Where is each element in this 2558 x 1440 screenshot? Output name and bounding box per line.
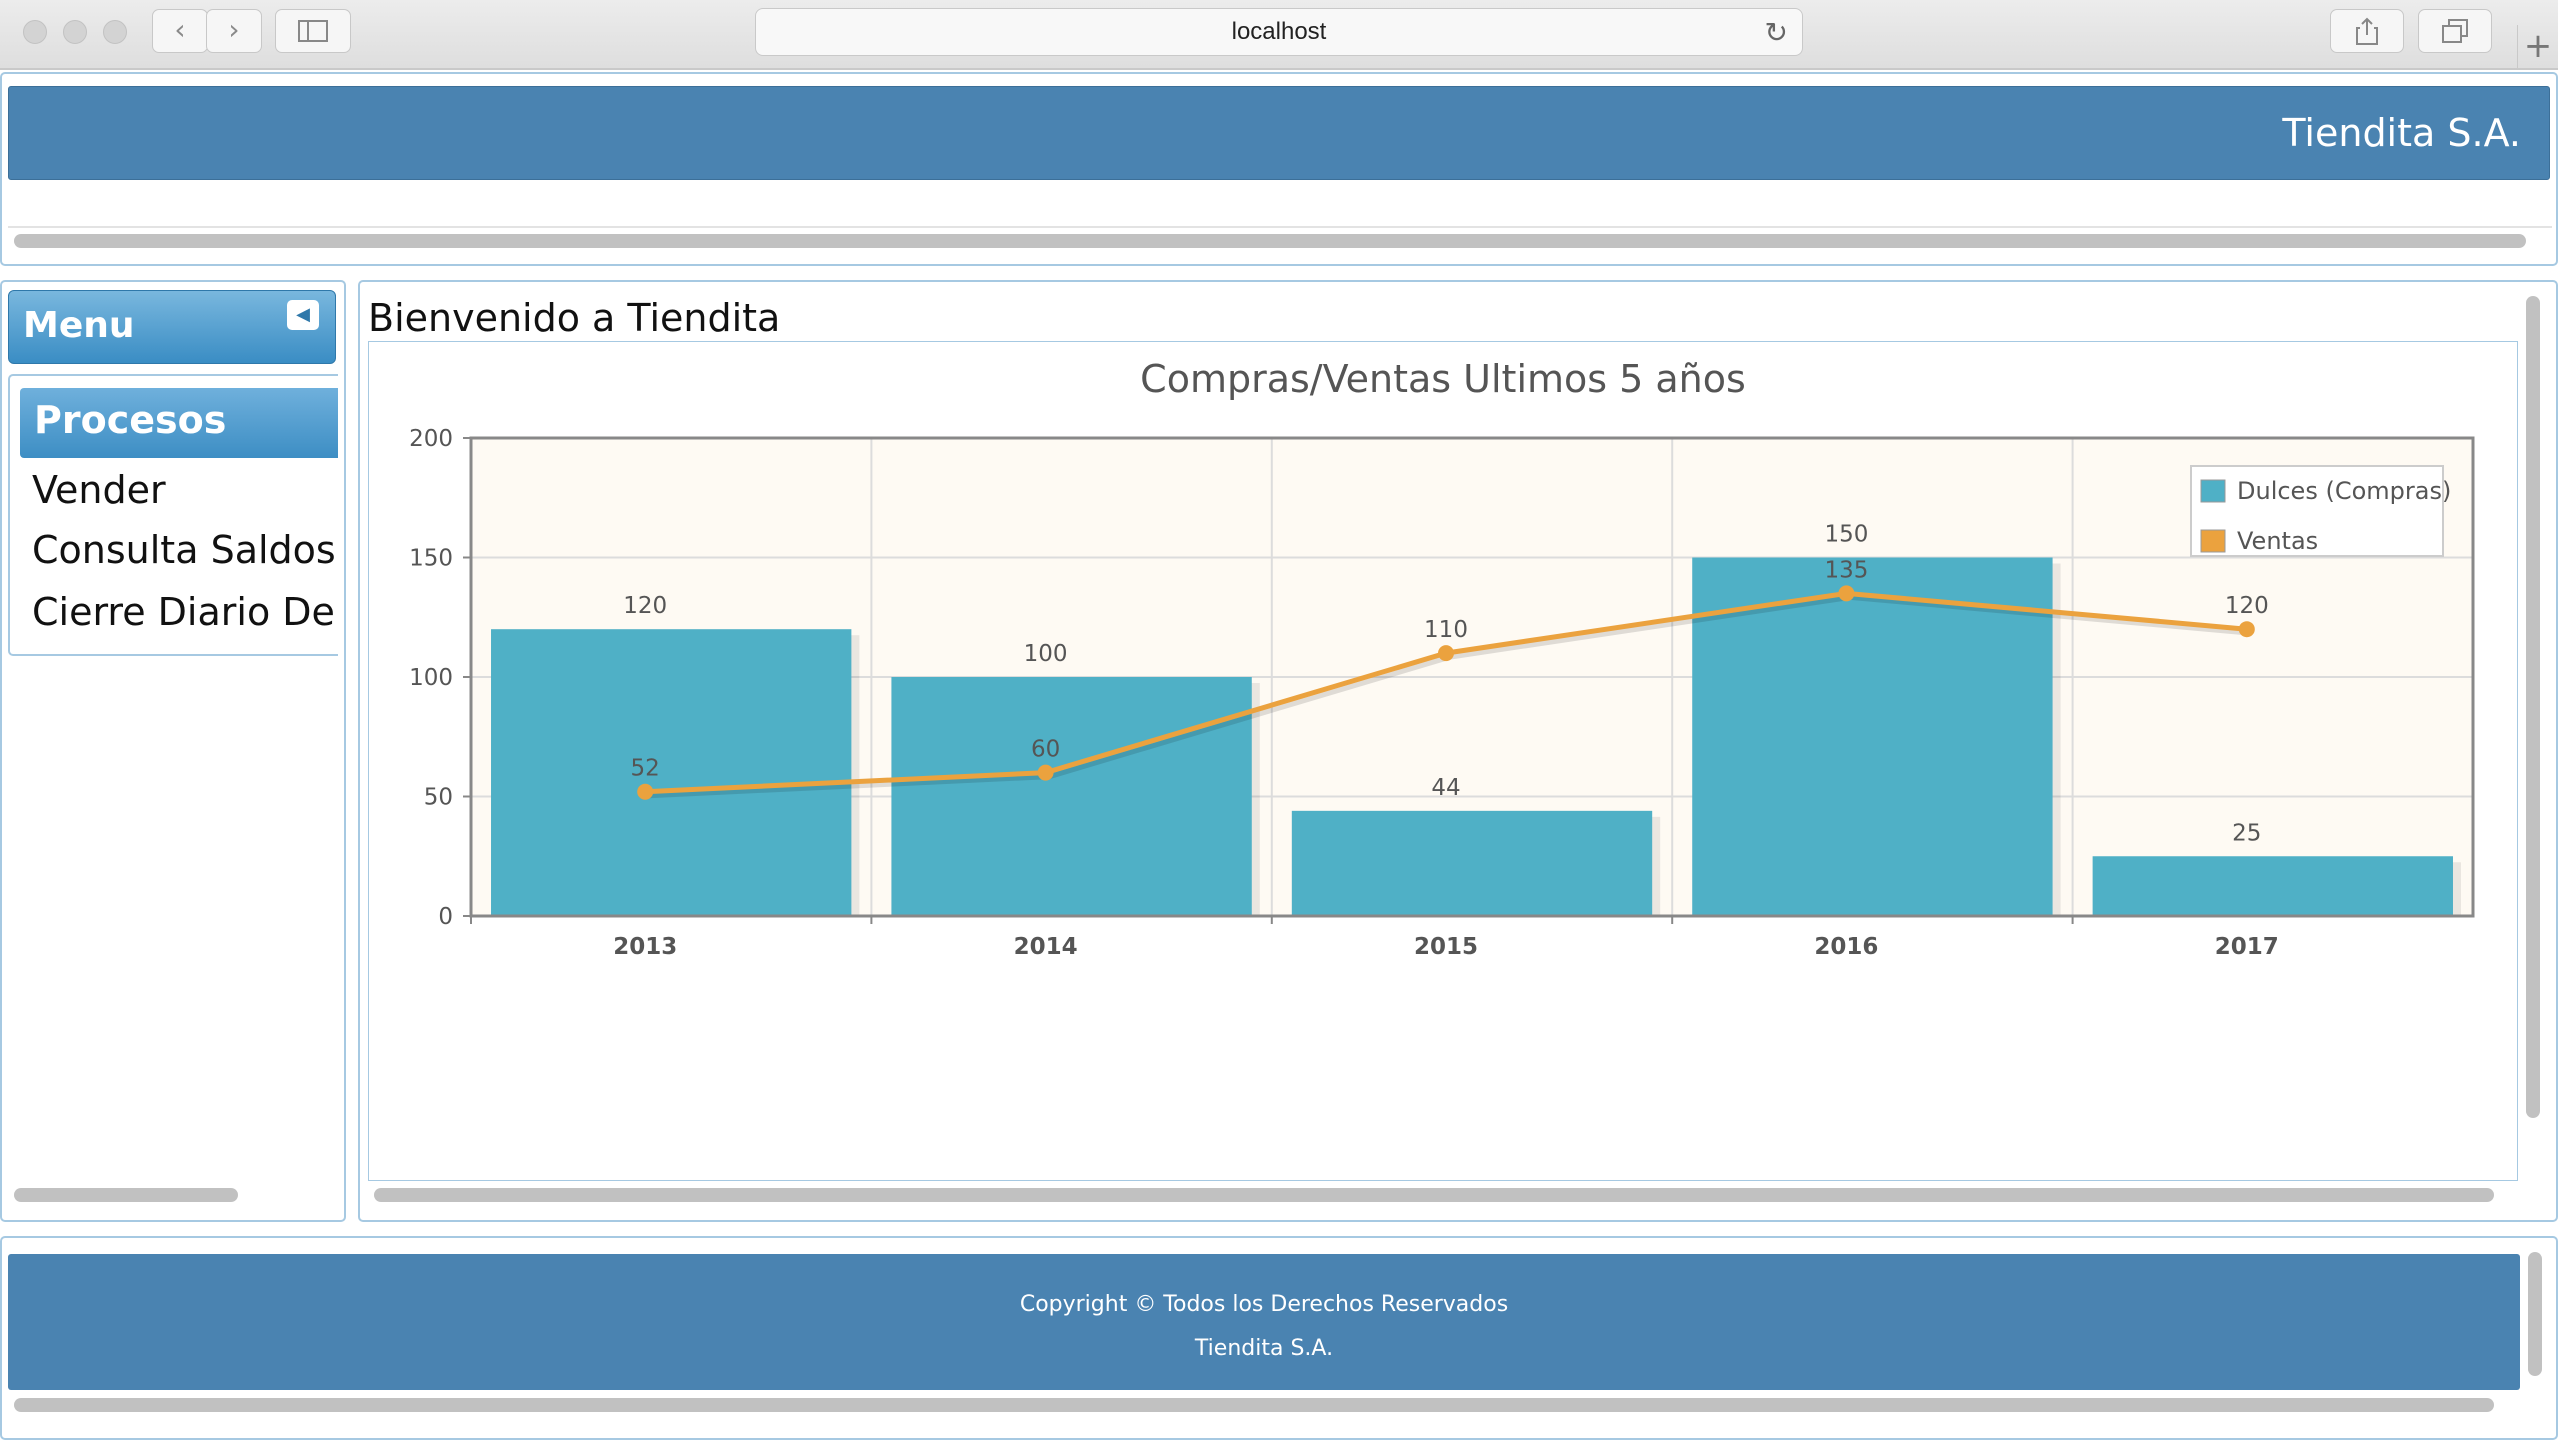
legend-swatch [2200, 479, 2226, 503]
close-window-icon[interactable] [23, 20, 47, 44]
sidebar-toggle-button[interactable] [275, 9, 351, 53]
bar-value-label: 100 [1024, 641, 1068, 667]
chart-title: Compras/Ventas Ultimos 5 años [1140, 357, 1746, 401]
line-point [1438, 645, 1454, 662]
reload-icon[interactable]: ↻ [1765, 11, 1788, 55]
page-title: Bienvenido a Tiendita [368, 296, 781, 340]
plus-icon: + [2523, 26, 2553, 66]
bar-value-label: 25 [2232, 820, 2261, 846]
line-point [637, 783, 654, 800]
footer-vertical-scrollbar[interactable] [2528, 1252, 2542, 1376]
minimize-window-icon[interactable] [63, 20, 87, 44]
brand-title: Tiendita S.A. [2282, 111, 2521, 155]
line-point [1838, 585, 1855, 602]
menu-item-cierre-diario[interactable]: Cierre Diario De C [32, 590, 337, 634]
tabs-icon [2442, 19, 2468, 43]
line-value-label: 60 [1031, 737, 1060, 763]
y-tick-label: 200 [409, 426, 453, 452]
footer-banner: Copyright © Todos los Derechos Reservado… [8, 1254, 2520, 1390]
header-divider [8, 226, 2552, 228]
line-point [1037, 764, 1054, 781]
accordion-header-procesos[interactable]: Procesos [20, 388, 338, 458]
share-icon [2356, 17, 2378, 45]
bar [491, 629, 852, 916]
sales-chart: Compras/Ventas Ultimos 5 años 0 50 100 150 20… [409, 357, 2475, 960]
menu-item-vender[interactable]: Vender [32, 468, 166, 512]
line-value-label: 110 [1424, 617, 1468, 643]
new-tab-button[interactable]: + [2517, 25, 2558, 68]
back-button[interactable]: ‹ [152, 9, 208, 53]
legend-swatch [2200, 529, 2226, 553]
footer-copyright: Copyright © Todos los Derechos Reservado… [1019, 1292, 1509, 1317]
content-vertical-scrollbar[interactable] [2526, 296, 2540, 1118]
y-tick-label: 0 [438, 904, 453, 930]
triangle-left-icon: ◀ [296, 304, 310, 325]
legend-label: Ventas [2237, 527, 2318, 555]
x-tick-label: 2013 [613, 934, 677, 960]
zoom-window-icon[interactable] [103, 20, 127, 44]
chart-container: Compras/Ventas Ultimos 5 años 0 50 100 150 20… [368, 341, 2518, 1181]
sidebar-icon [298, 20, 328, 42]
bar-value-label: 44 [1431, 775, 1460, 801]
line-value-label: 52 [631, 756, 660, 782]
menu-item-consulta-saldos[interactable]: Consulta Saldos [32, 528, 336, 572]
chevron-left-icon: ‹ [174, 13, 186, 46]
header-horizontal-scrollbar[interactable] [14, 234, 2526, 248]
x-tick-label: 2015 [1414, 934, 1478, 960]
menu-header: Menu ◀ [8, 290, 336, 364]
content-horizontal-scrollbar[interactable] [374, 1188, 2494, 1202]
menu-title: Menu [23, 305, 135, 346]
footer-company: Tiendita S.A. [1194, 1336, 1334, 1361]
chevron-right-icon: › [228, 13, 240, 46]
bar [2092, 856, 2453, 916]
y-tick-label: 100 [409, 665, 453, 691]
forward-button[interactable]: › [206, 9, 262, 53]
y-tick-label: 50 [424, 785, 453, 811]
bar-value-label: 120 [623, 593, 667, 619]
collapse-menu-button[interactable]: ◀ [287, 300, 319, 330]
legend-label: Dulces (Compras) [2237, 477, 2451, 505]
browser-toolbar: ‹ › localhost ↻ + [0, 0, 2558, 70]
x-tick-label: 2017 [2215, 934, 2279, 960]
url-text: localhost [1231, 18, 1327, 45]
x-tick-label: 2016 [1814, 934, 1878, 960]
share-button[interactable] [2330, 9, 2404, 53]
accordion-title: Procesos [34, 398, 227, 442]
header-banner: Tiendita S.A. [8, 86, 2550, 180]
x-tick-label: 2014 [1014, 934, 1078, 960]
footer-horizontal-scrollbar[interactable] [14, 1398, 2494, 1412]
line-point [2238, 621, 2255, 638]
line-value-label: 120 [2225, 593, 2269, 619]
bar [1291, 810, 1653, 916]
menu-horizontal-scrollbar[interactable] [14, 1188, 238, 1202]
y-tick-label: 150 [409, 546, 453, 572]
tabs-overview-button[interactable] [2418, 9, 2492, 53]
address-bar[interactable]: localhost ↻ [755, 8, 1803, 56]
bar [891, 677, 1252, 916]
line-value-label: 135 [1824, 557, 1868, 583]
bar-value-label: 150 [1824, 522, 1868, 548]
